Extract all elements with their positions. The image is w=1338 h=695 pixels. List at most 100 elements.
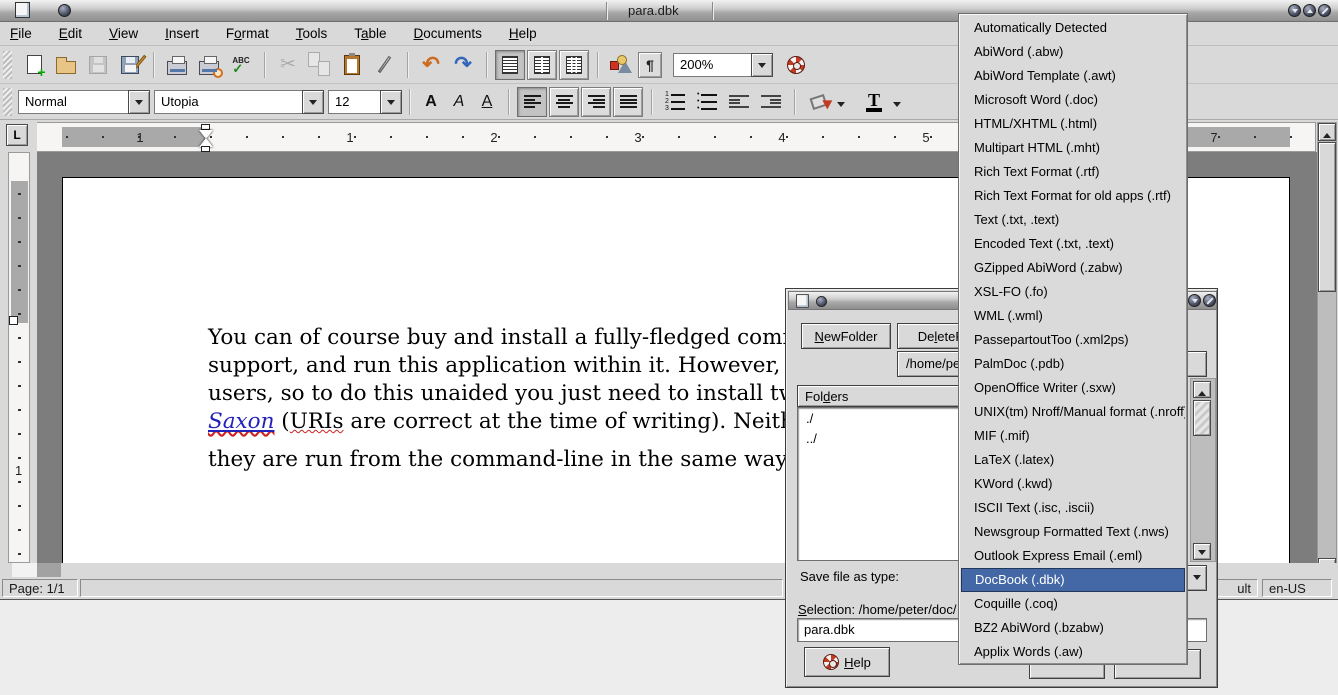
font-size-combobox[interactable]: 12 — [328, 90, 402, 114]
format-option[interactable]: AbiWord Template (.awt) — [961, 64, 1185, 88]
numbered-list-button[interactable]: 123 — [660, 87, 690, 117]
format-option[interactable]: WML (.wml) — [961, 304, 1185, 328]
format-option[interactable]: ISCII Text (.isc, .iscii) — [961, 496, 1185, 520]
format-option[interactable]: PalmDoc (.pdb) — [961, 352, 1185, 376]
font-size-dropdown-arrow[interactable] — [380, 90, 402, 114]
format-option[interactable]: GZipped AbiWord (.zabw) — [961, 256, 1185, 280]
zoom-value[interactable]: 200% — [673, 53, 751, 77]
menu-item-documents[interactable]: Documents — [414, 26, 482, 41]
format-option[interactable]: Multipart HTML (.mht) — [961, 136, 1185, 160]
highlight-color-dropdown-arrow[interactable] — [837, 102, 845, 111]
menu-item-format[interactable]: Format — [226, 26, 269, 41]
zoom-dropdown-arrow[interactable] — [751, 53, 773, 77]
window-menu-button[interactable] — [58, 4, 71, 17]
font-color-button[interactable]: T — [859, 87, 889, 117]
format-option[interactable]: Encoded Text (.txt, .text) — [961, 232, 1185, 256]
view-3-columns-button[interactable] — [559, 50, 589, 80]
menu-item-file[interactable]: File — [10, 26, 32, 41]
font-dropdown-arrow[interactable] — [302, 90, 324, 114]
vertical-scrollbar[interactable] — [1317, 122, 1337, 577]
file-type-dropdown-arrow[interactable] — [1187, 566, 1207, 590]
dialog-window-menu-button[interactable] — [816, 296, 827, 307]
align-left-button[interactable] — [517, 87, 547, 117]
dialog-close-button[interactable] — [1203, 294, 1216, 307]
undo-button[interactable]: ↶ — [416, 50, 446, 80]
align-center-button[interactable] — [549, 87, 579, 117]
style-combobox[interactable]: Normal — [18, 90, 150, 114]
format-option[interactable]: Rich Text Format (.rtf) — [961, 160, 1185, 184]
scroll-up-button[interactable] — [1318, 123, 1336, 141]
minimize-button[interactable] — [1288, 4, 1301, 17]
format-option[interactable]: LaTeX (.latex) — [961, 448, 1185, 472]
tab-selector-button[interactable]: L — [6, 124, 28, 146]
format-painter-button[interactable] — [369, 50, 399, 80]
increase-indent-button[interactable] — [756, 87, 786, 117]
align-right-button[interactable] — [581, 87, 611, 117]
zoom-combobox[interactable]: 200% — [673, 53, 773, 77]
view-2-columns-button[interactable] — [527, 50, 557, 80]
new-folder-button[interactable]: New Folder — [801, 323, 891, 349]
maximize-button[interactable] — [1303, 4, 1316, 17]
top-margin-marker[interactable] — [9, 316, 18, 325]
format-option[interactable]: XSL-FO (.fo) — [961, 280, 1185, 304]
print-button[interactable] — [162, 50, 192, 80]
files-scroll-down-button[interactable] — [1193, 543, 1211, 560]
format-option[interactable]: Rich Text Format for old apps (.rtf) — [961, 184, 1185, 208]
dialog-minimize-button[interactable] — [1188, 294, 1201, 307]
hyperlink[interactable]: Saxon — [208, 409, 274, 434]
italic-button[interactable]: A — [446, 87, 472, 117]
new-document-button[interactable]: + — [19, 50, 49, 80]
format-option[interactable]: Applix Words (.aw) — [961, 640, 1185, 664]
left-indent-marker[interactable] — [201, 146, 210, 152]
show-formatting-marks-button[interactable]: ¶ — [638, 52, 662, 78]
style-value[interactable]: Normal — [18, 90, 128, 114]
help-button[interactable] — [781, 50, 811, 80]
format-option[interactable]: Text (.txt, .text) — [961, 208, 1185, 232]
dialog-help-button[interactable]: Help — [804, 647, 890, 677]
spell-check-button[interactable]: ABC✓ — [226, 50, 256, 80]
highlight-color-button[interactable] — [803, 87, 833, 117]
format-option[interactable]: OpenOffice Writer (.sxw) — [961, 376, 1185, 400]
files-scrollbar-thumb[interactable] — [1193, 400, 1211, 436]
document-text[interactable]: You can of course buy and install a full… — [208, 324, 807, 474]
bullet-list-button[interactable]: ••• — [692, 87, 722, 117]
format-option[interactable]: BZ2 AbiWord (.bzabw) — [961, 616, 1185, 640]
decrease-indent-button[interactable] — [724, 87, 754, 117]
open-button[interactable] — [51, 50, 81, 80]
vertical-scrollbar-thumb[interactable] — [1318, 142, 1336, 292]
format-option[interactable]: UNIX(tm) Nroff/Manual format (.nroff) — [961, 400, 1185, 424]
files-list-scrollbar[interactable] — [1190, 378, 1216, 562]
underline-button[interactable]: A — [474, 87, 500, 117]
format-option[interactable]: PassepartoutToo (.xml2ps) — [961, 328, 1185, 352]
format-option[interactable]: Outlook Express Email (.eml) — [961, 544, 1185, 568]
format-option[interactable]: AbiWord (.abw) — [961, 40, 1185, 64]
save-as-button[interactable] — [115, 50, 145, 80]
paste-button[interactable] — [337, 50, 367, 80]
format-option[interactable]: Automatically Detected — [961, 16, 1185, 40]
insert-symbol-button[interactable] — [606, 50, 636, 80]
menu-item-table[interactable]: Table — [354, 26, 386, 41]
bold-button[interactable]: A — [418, 87, 444, 117]
menu-item-tools[interactable]: Tools — [296, 26, 328, 41]
redo-button[interactable]: ↷ — [448, 50, 478, 80]
print-preview-button[interactable] — [194, 50, 224, 80]
close-button[interactable] — [1318, 4, 1331, 17]
indent-marker-bottom[interactable] — [199, 131, 213, 147]
menu-item-insert[interactable]: Insert — [165, 26, 199, 41]
toolbar-grip[interactable] — [3, 51, 12, 79]
format-option[interactable]: Coquille (.coq) — [961, 592, 1185, 616]
language-indicator[interactable]: en-US — [1262, 579, 1332, 597]
format-option[interactable]: Microsoft Word (.doc) — [961, 88, 1185, 112]
format-option[interactable]: MIF (.mif) — [961, 424, 1185, 448]
align-justify-button[interactable] — [613, 87, 643, 117]
font-combobox[interactable]: Utopia — [154, 90, 324, 114]
menu-item-view[interactable]: View — [109, 26, 138, 41]
vertical-ruler[interactable]: 1 — [8, 152, 30, 563]
files-scroll-up-button[interactable] — [1193, 381, 1211, 398]
menu-item-edit[interactable]: Edit — [59, 26, 82, 41]
format-option[interactable]: Newsgroup Formatted Text (.nws) — [961, 520, 1185, 544]
view-1-column-button[interactable] — [495, 50, 525, 80]
font-value[interactable]: Utopia — [154, 90, 302, 114]
format-option[interactable]: HTML/XHTML (.html) — [961, 112, 1185, 136]
toolbar-grip[interactable] — [3, 88, 12, 116]
